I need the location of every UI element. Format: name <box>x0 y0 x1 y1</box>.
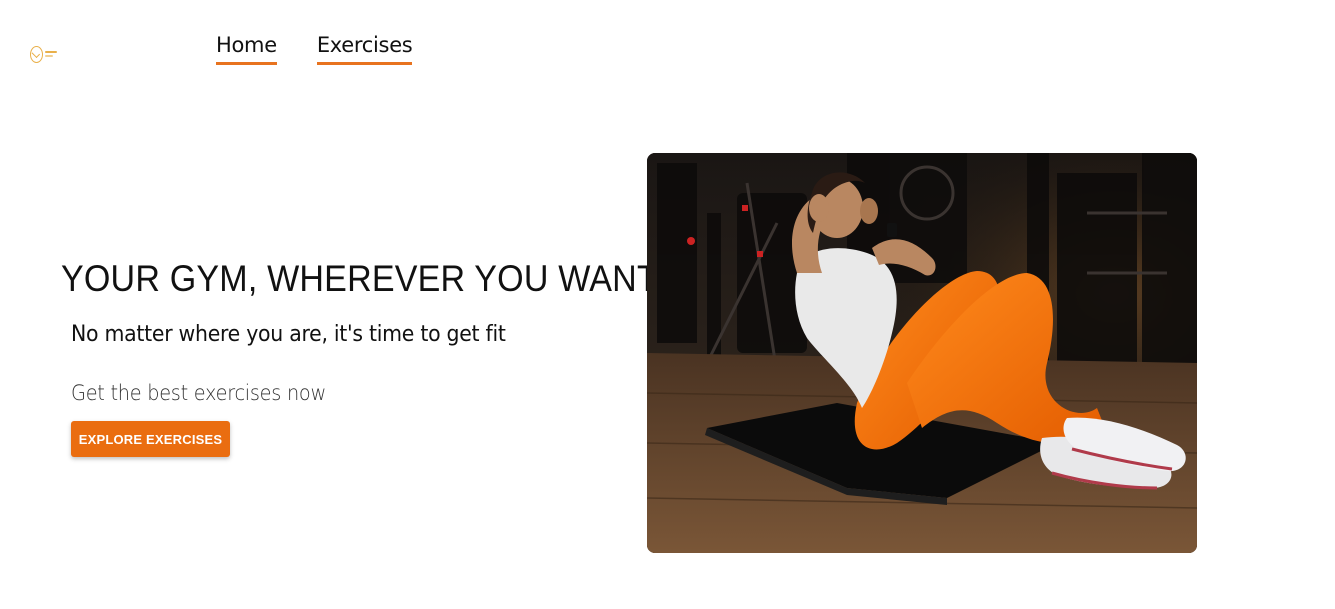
logo-wordmark <box>45 51 57 57</box>
hero-photo <box>647 153 1197 553</box>
logo-ring-icon <box>30 45 43 63</box>
explore-exercises-button[interactable]: EXPLORE EXERCISES <box>71 421 230 457</box>
nav-link-exercises[interactable]: Exercises <box>316 33 413 65</box>
nav-link-home[interactable]: Home <box>216 33 277 65</box>
gym-logo-icon[interactable] <box>30 44 60 64</box>
main-nav: Home Exercises <box>216 33 413 65</box>
page: Home Exercises YOUR GYM, WHEREVER YOU WA… <box>0 0 1335 609</box>
hero-photo-illustration <box>647 153 1197 553</box>
hero-title: YOUR GYM, WHEREVER YOU WANT <box>61 258 658 299</box>
hero-subtitle: No matter where you are, it's time to ge… <box>71 322 506 347</box>
hero-cta-text: Get the best exercises now <box>71 381 326 405</box>
